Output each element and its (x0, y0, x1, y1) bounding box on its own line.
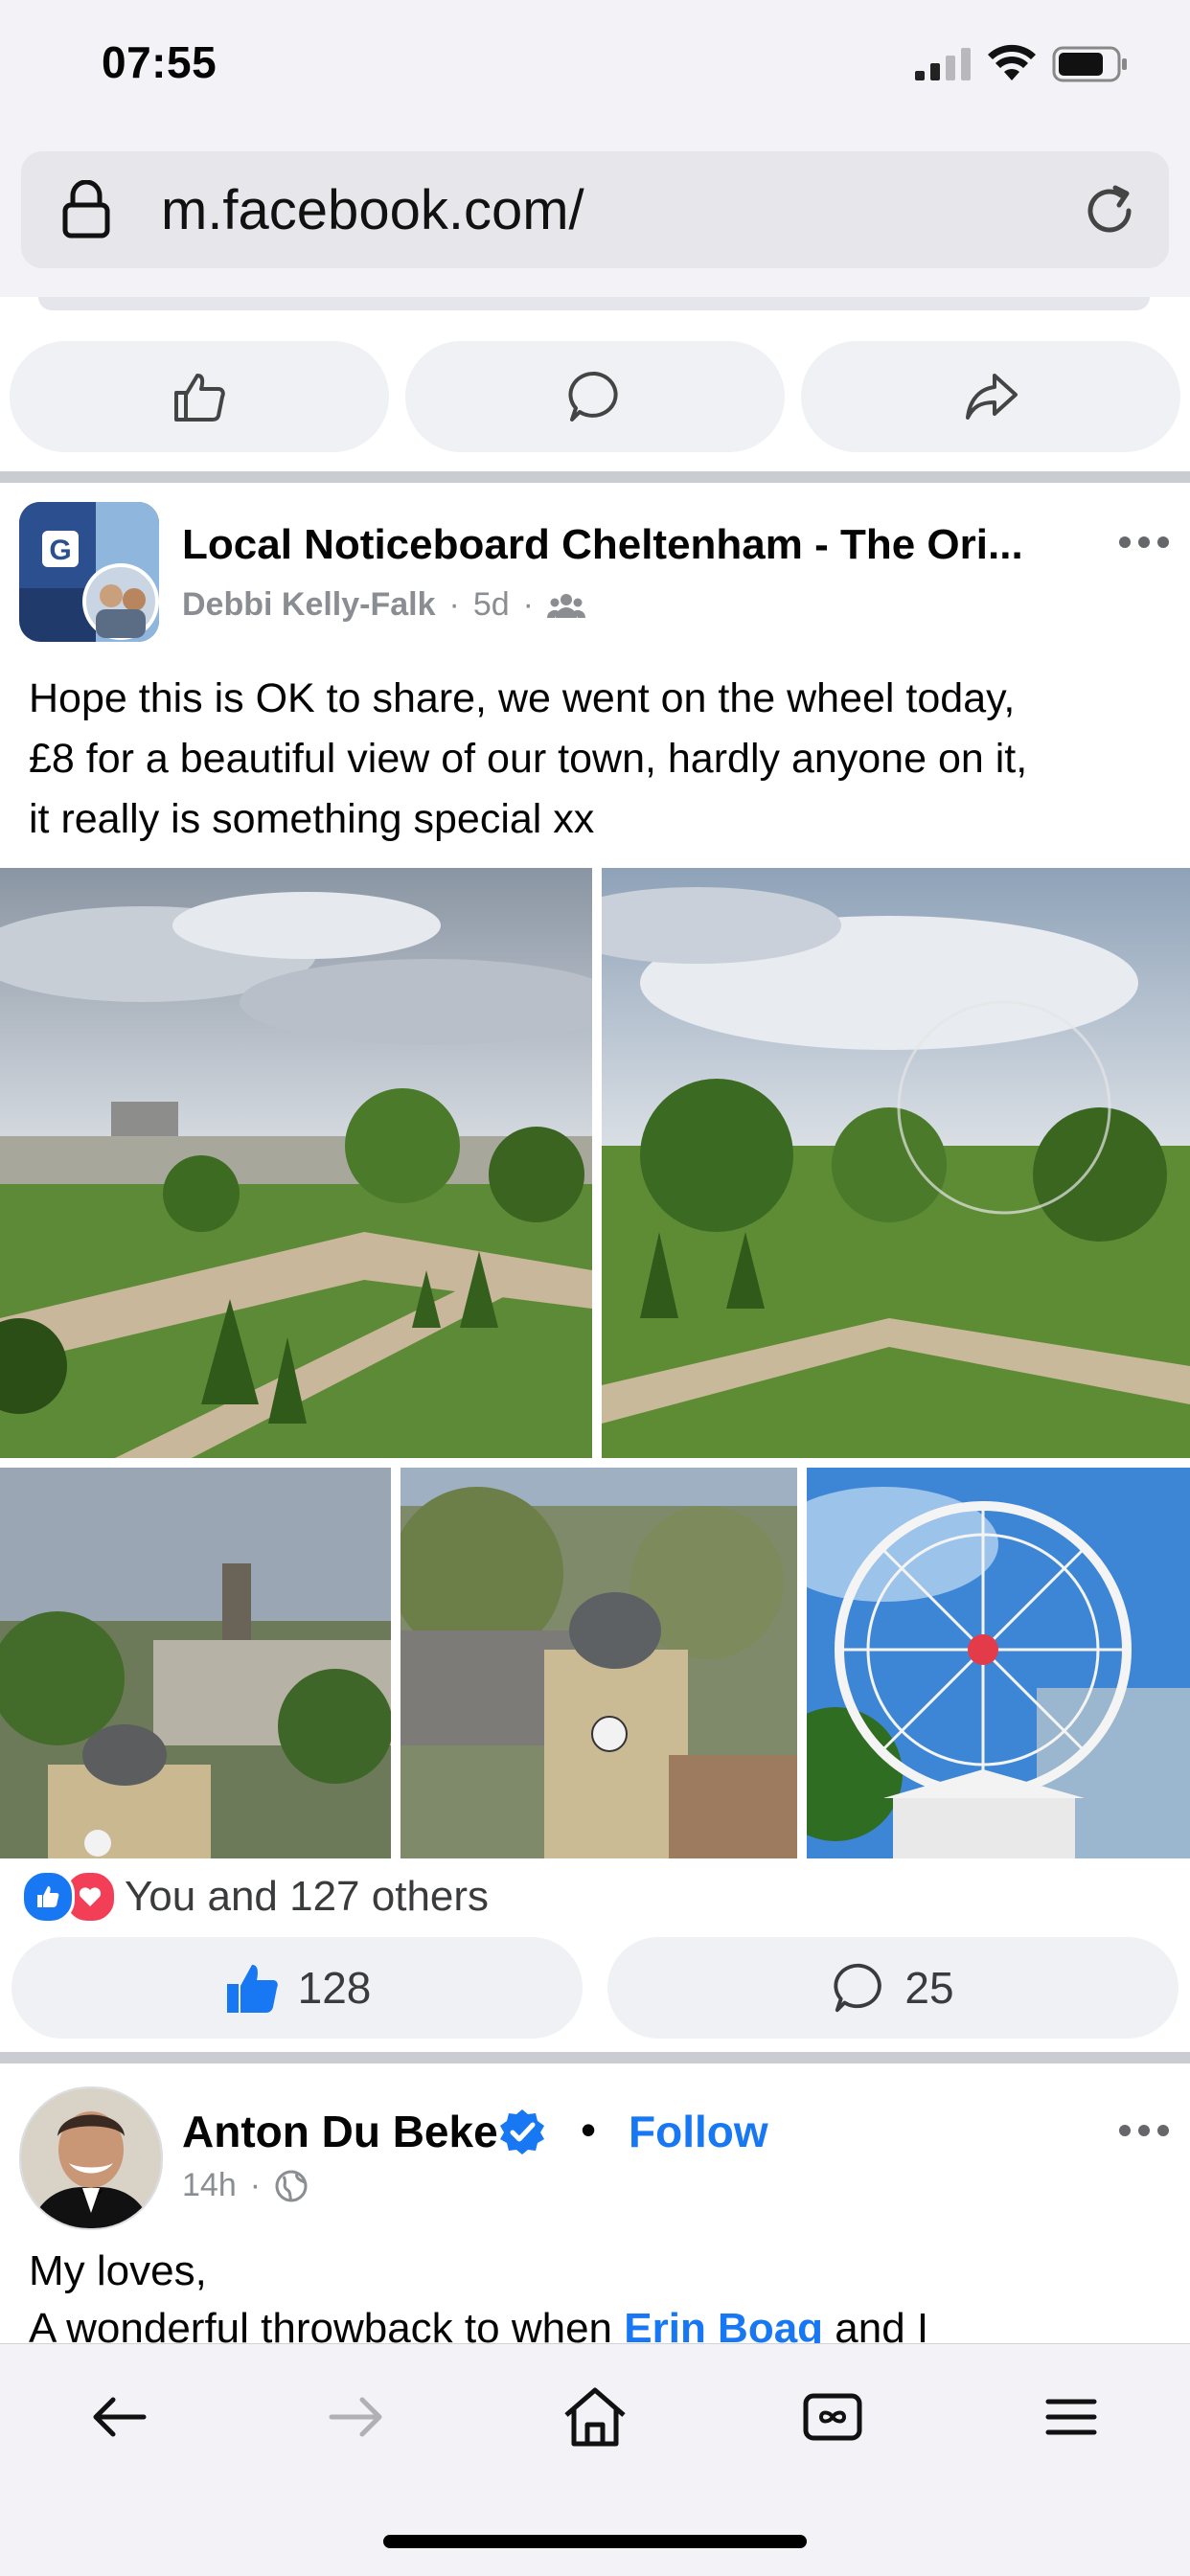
private-tabs-icon[interactable] (798, 2382, 867, 2451)
home-icon[interactable] (561, 2382, 629, 2451)
profile-name[interactable]: Anton Du Beke (182, 2106, 498, 2157)
reactions-text: You and 127 others (125, 1873, 490, 1920)
home-indicator (383, 2535, 807, 2548)
comment-button[interactable] (405, 341, 785, 452)
profile-avatar[interactable] (19, 2086, 163, 2230)
author-name[interactable]: Debbi Kelly-Falk (182, 586, 436, 624)
post-meta: Debbi Kelly-Falk · 5d · (182, 586, 585, 624)
menu-icon[interactable] (1037, 2382, 1106, 2451)
reactions-summary[interactable]: You and 127 others (21, 1870, 489, 1924)
more-options-icon[interactable] (1115, 2121, 1173, 2140)
post-photo-3[interactable] (0, 1468, 391, 1858)
post-photo-1[interactable] (0, 868, 592, 1458)
group-audience-icon (547, 593, 585, 618)
battery-icon (1052, 46, 1127, 82)
status-bar: 07:55 (0, 0, 1190, 134)
post-photo-4[interactable] (400, 1468, 797, 1858)
verified-badge-icon (500, 2109, 544, 2154)
follow-button[interactable]: Follow (629, 2106, 768, 2157)
like-button[interactable] (10, 341, 389, 452)
globe-icon (275, 2170, 308, 2201)
more-options-icon[interactable] (1115, 533, 1173, 552)
url-text[interactable]: m.facebook.com/ (161, 178, 584, 242)
post-text-line: My loves, (29, 2247, 207, 2294)
meta-dot: · (448, 586, 460, 623)
group-avatar[interactable]: G (19, 502, 159, 642)
reload-icon[interactable] (1079, 180, 1140, 241)
comment-icon (568, 371, 618, 422)
post-photo-2[interactable] (602, 868, 1190, 1458)
like-count: 128 (297, 1963, 372, 2013)
previous-post-actions (0, 335, 1190, 460)
feed-divider (0, 471, 1190, 483)
comment-count: 25 (904, 1963, 954, 2013)
share-button[interactable] (801, 341, 1180, 452)
signal-icon (915, 48, 971, 80)
address-bar[interactable]: m.facebook.com/ (21, 151, 1169, 268)
share-icon (966, 374, 1018, 420)
back-arrow-icon[interactable] (84, 2382, 153, 2451)
post-time[interactable]: 14h (182, 2167, 237, 2204)
comment-count-button[interactable]: 25 (607, 1937, 1179, 2039)
lock-icon (62, 180, 110, 239)
svg-text:G: G (49, 535, 71, 566)
meta-dot: · (522, 586, 534, 623)
comment-icon (834, 1963, 882, 2013)
name-separator: • (581, 2105, 597, 2154)
post-text: Hope this is OK to share, we went on the… (29, 669, 1169, 850)
status-time: 07:55 (102, 37, 217, 87)
post-text-line: it really is something special xx (29, 796, 595, 842)
wifi-icon (988, 44, 1036, 80)
post-text-line: £8 for a beautiful view of our town, har… (29, 736, 1028, 782)
group-name[interactable]: Local Noticeboard Cheltenham - The Ori..… (182, 521, 1054, 569)
feed-divider (0, 2052, 1190, 2063)
like-reaction-icon (21, 1870, 75, 1924)
post-meta: 14h · (182, 2167, 309, 2204)
post-text-line: Hope this is OK to share, we went on the… (29, 675, 1016, 721)
browser-url-area: m.facebook.com/ (0, 134, 1190, 310)
previous-post-edge (38, 297, 1150, 310)
thumbs-up-filled-icon (226, 1965, 278, 2013)
like-count-button[interactable]: 128 (11, 1937, 583, 2039)
post-time[interactable]: 5d (473, 586, 510, 624)
post-photo-5[interactable] (807, 1468, 1190, 1858)
forward-arrow-icon[interactable] (322, 2382, 391, 2451)
meta-dot: · (249, 2167, 262, 2203)
thumbs-up-icon (174, 374, 225, 422)
